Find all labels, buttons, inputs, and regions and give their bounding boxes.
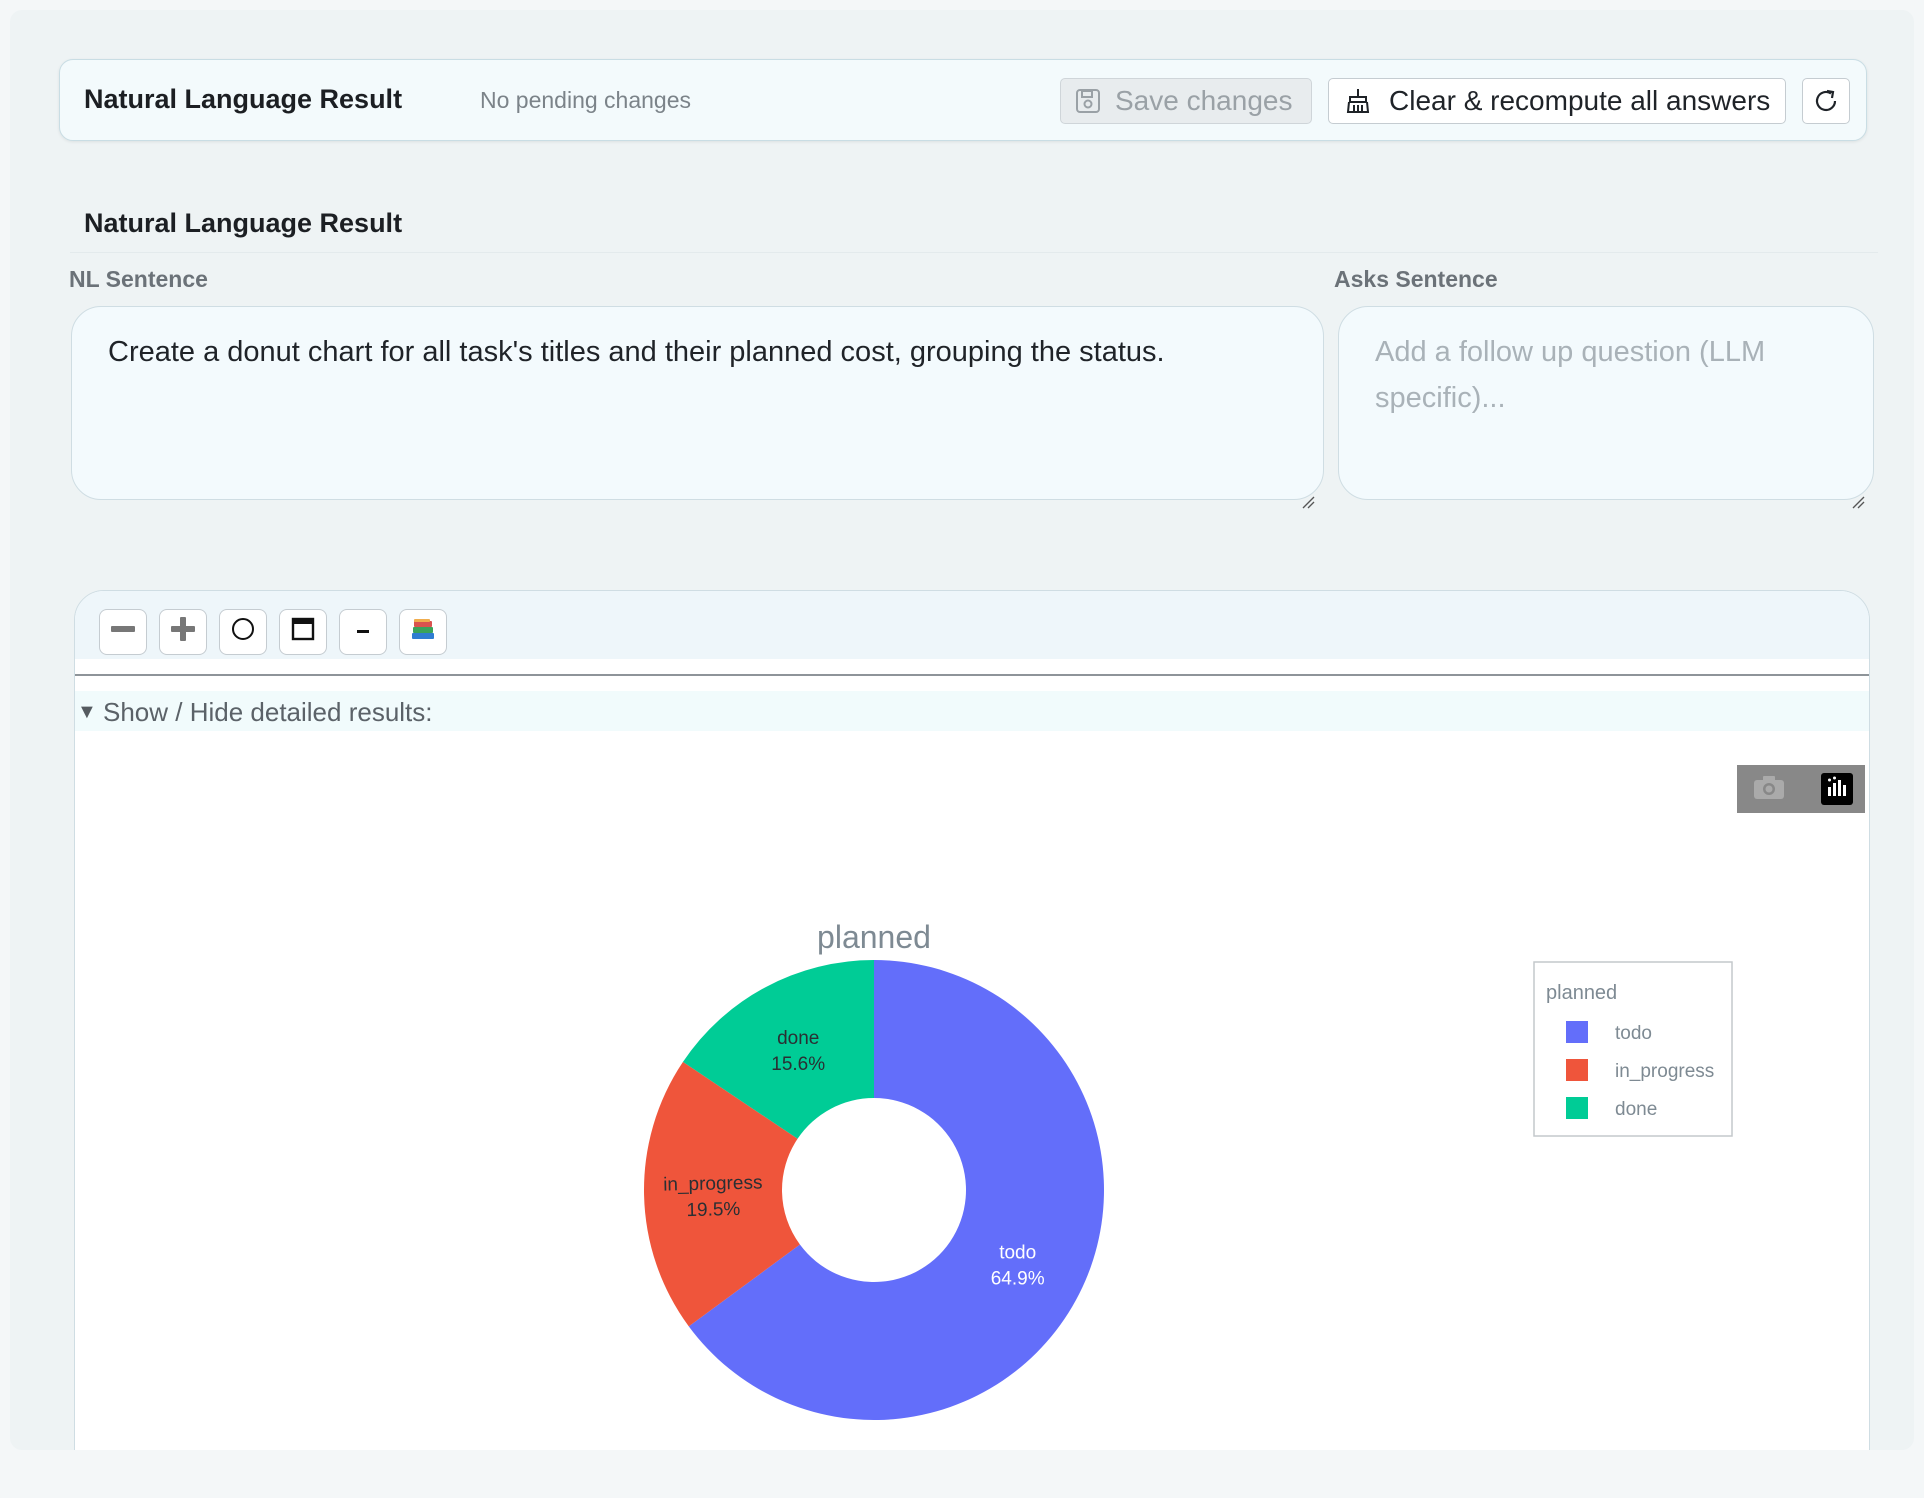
- save-changes-button[interactable]: Save changes: [1060, 78, 1312, 124]
- app-window: Natural Language Result No pending chang…: [10, 10, 1914, 1450]
- refresh-icon: [1812, 87, 1840, 115]
- chart-title: planned: [817, 919, 931, 955]
- header-title: Natural Language Result: [84, 84, 403, 114]
- clear-recompute-label: Clear & recompute all answers: [1389, 85, 1771, 116]
- result-panel: ▼ Show / Hide detailed results: planned …: [74, 590, 1870, 1450]
- legend-swatch-in-progress[interactable]: [1566, 1059, 1588, 1081]
- floppy-disk-icon: [1075, 88, 1101, 114]
- result-header-bar: Natural Language Result No pending chang…: [59, 59, 1867, 141]
- asks-sentence-label: Asks Sentence: [1334, 266, 1498, 292]
- asks-sentence-placeholder: Add a follow up question (LLM specific).…: [1375, 336, 1766, 414]
- nl-sentence-value: Create a donut chart for all task's titl…: [108, 336, 1165, 368]
- resize-grip-icon[interactable]: [1301, 477, 1315, 509]
- clear-recompute-button[interactable]: Clear & recompute all answers: [1328, 78, 1786, 124]
- legend-swatch-todo[interactable]: [1566, 1021, 1588, 1043]
- legend-label-in-progress[interactable]: in_progress: [1615, 1061, 1714, 1082]
- legend-label-todo[interactable]: todo: [1615, 1023, 1652, 1044]
- save-changes-label: Save changes: [1115, 85, 1293, 116]
- broom-icon: [1345, 88, 1371, 114]
- refresh-button[interactable]: [1802, 78, 1850, 124]
- legend-title: planned: [1546, 982, 1617, 1004]
- resize-grip-icon[interactable]: [1851, 477, 1865, 509]
- donut-chart: planned todo 64.9%in_progress19.5%done 15.…: [644, 919, 1733, 1420]
- nl-sentence-label: NL Sentence: [69, 266, 208, 292]
- chart-legend: planned todo in_progressdone: [1533, 961, 1733, 1137]
- legend-label-done[interactable]: done: [1615, 1099, 1657, 1120]
- legend-swatch-done[interactable]: [1566, 1097, 1588, 1119]
- nl-sentence-field[interactable]: Create a donut chart for all task's titl…: [71, 306, 1324, 509]
- section-title: Natural Language Result: [84, 208, 403, 238]
- section-divider: [70, 252, 1878, 253]
- asks-sentence-field[interactable]: Add a follow up question (LLM specific).…: [1338, 306, 1874, 509]
- pending-status: No pending changes: [480, 87, 691, 113]
